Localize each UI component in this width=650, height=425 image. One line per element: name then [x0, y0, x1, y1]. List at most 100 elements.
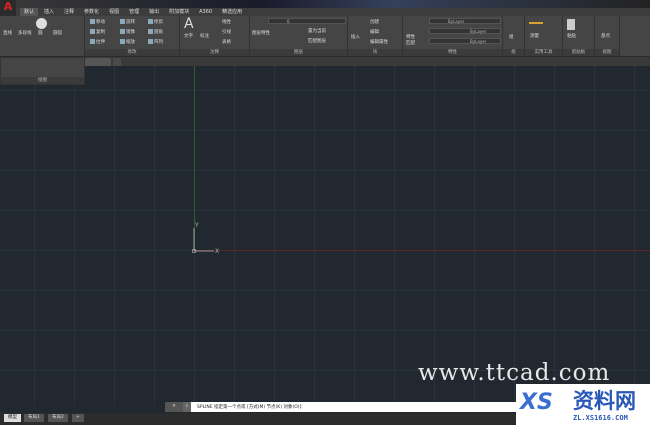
tab-insert[interactable]: 插入 — [40, 8, 58, 16]
edit-attributes-button[interactable]: 编辑属性 — [370, 39, 388, 45]
trim-icon — [148, 19, 153, 24]
stretch-icon — [90, 39, 95, 44]
base-point-button[interactable]: 基点 — [601, 33, 610, 39]
array-button[interactable]: 阵列 — [148, 39, 163, 45]
app-logo-button[interactable]: A — [0, 0, 16, 16]
arc-button[interactable]: 圆弧 — [53, 30, 62, 36]
panel-properties: 特性匹配 ByLayer ByLayer ByLayer 特性 — [403, 16, 503, 56]
scale-button[interactable]: 缩放 — [120, 39, 135, 45]
linear-button[interactable]: 线性 — [222, 19, 231, 25]
panel-draw: 直线 多段线 圆 圆弧 — [0, 16, 85, 56]
panel-title[interactable]: 绘图 — [1, 77, 84, 84]
line-button[interactable]: 直线 — [3, 30, 12, 36]
layer-dropdown[interactable]: 0 — [268, 18, 346, 24]
tab-output[interactable]: 输出 — [145, 8, 163, 16]
insert-button[interactable]: 插入 — [351, 34, 360, 40]
label: 拉伸 — [96, 40, 105, 45]
layer-properties-button[interactable]: 图层特性 — [252, 30, 270, 36]
move-button[interactable]: 移动 — [90, 19, 105, 25]
circle-icon — [36, 18, 47, 29]
watermark-site: www.ttcad.com — [418, 360, 611, 386]
add-layout-button[interactable]: + — [72, 414, 84, 422]
label: 旋转 — [126, 20, 135, 25]
panel-title[interactable]: 特性 — [403, 49, 502, 56]
layout-tab-2[interactable]: 布局2 — [48, 414, 68, 422]
drawing-tab[interactable] — [85, 58, 111, 66]
array-icon — [148, 39, 153, 44]
text-button[interactable]: 文字 — [184, 33, 193, 39]
search-icon[interactable]: ⌕ — [183, 402, 191, 412]
panel-view: 基点 视图 — [595, 16, 620, 56]
panel-title[interactable]: 剪贴板 — [563, 49, 594, 56]
ribbon: 直线 多段线 圆 圆弧 移动 旋转 修剪 复制 镜像 圆角 拉伸 缩放 阵列 修… — [0, 16, 650, 57]
panel-groups: 组 组 — [503, 16, 525, 56]
linetype-dropdown[interactable]: ByLayer — [429, 28, 501, 34]
drawing-canvas[interactable] — [0, 66, 650, 405]
mirror-icon — [120, 29, 125, 34]
command-text[interactable]: SPLINE 指定第一个点或 [方式(M) 节点(K) 对象(O)]: — [191, 404, 303, 410]
create-block-button[interactable]: 创建 — [370, 19, 379, 25]
logo-url: ZL.XS1616.COM — [573, 414, 628, 422]
paste-button[interactable]: 粘贴 — [567, 33, 576, 39]
fillet-button[interactable]: 圆角 — [148, 29, 163, 35]
panel-block: 插入 创建 编辑 编辑属性 块 — [348, 16, 403, 56]
panel-title[interactable]: 块 — [348, 49, 402, 56]
panel-annotation: A 文字 标注 线性 引线 表格 注释 — [180, 16, 250, 56]
ucs-y-label: Y — [194, 222, 199, 229]
mirror-button[interactable]: 镜像 — [120, 29, 135, 35]
panel-clipboard: 粘贴 剪贴板 — [563, 16, 595, 56]
copy-icon — [90, 29, 95, 34]
tab-default[interactable]: 默认 — [20, 8, 39, 16]
panel-title[interactable]: 修改 — [85, 49, 179, 56]
tab-view[interactable]: 视图 — [105, 8, 123, 16]
tab-a360[interactable]: A360 — [195, 8, 216, 16]
dimension-button[interactable]: 标注 — [200, 33, 209, 39]
label: 复制 — [96, 30, 105, 35]
tab-parametric[interactable]: 参数化 — [80, 8, 103, 16]
stretch-button[interactable]: 拉伸 — [90, 39, 105, 45]
close-icon[interactable]: ✕ — [165, 402, 183, 412]
label: 阵列 — [154, 40, 163, 45]
text-icon: A — [184, 16, 194, 32]
measure-icon — [529, 22, 543, 24]
ucs-icon: Y X — [192, 222, 219, 254]
edit-block-button[interactable]: 编辑 — [370, 29, 379, 35]
panel-modify: 移动 旋转 修剪 复制 镜像 圆角 拉伸 缩放 阵列 修改 — [85, 16, 180, 56]
tab-annotate[interactable]: 注释 — [60, 8, 78, 16]
copy-button[interactable]: 复制 — [90, 29, 105, 35]
ucs-x-label: X — [215, 248, 219, 254]
table-button[interactable]: 表格 — [222, 39, 231, 45]
group-button[interactable]: 组 — [509, 34, 514, 40]
label: 移动 — [96, 20, 105, 25]
lineweight-dropdown[interactable]: ByLayer — [429, 38, 501, 44]
color-dropdown[interactable]: ByLayer — [429, 18, 501, 24]
layout-tab-model[interactable]: 模型 — [4, 414, 21, 422]
panel-title[interactable]: 实用工具 — [525, 49, 562, 56]
panel-title[interactable]: 组 — [503, 49, 524, 56]
tab-featured[interactable]: 精选应用 — [218, 8, 246, 16]
tab-manage[interactable]: 管理 — [125, 8, 143, 16]
polyline-button[interactable]: 多段线 — [18, 30, 32, 36]
match-layer-button[interactable]: 匹配图层 — [308, 38, 326, 44]
rotate-button[interactable]: 旋转 — [120, 19, 135, 25]
draw-panel-expanded: 绘图 — [0, 57, 85, 85]
watermark-logo: XS 资料网 ZL.XS1616.COM — [516, 384, 650, 425]
rotate-icon — [120, 19, 125, 24]
panel-utilities: 测量 实用工具 — [525, 16, 563, 56]
leader-button[interactable]: 引线 — [222, 29, 231, 35]
set-current-button[interactable]: 置为当前 — [308, 28, 326, 34]
panel-title[interactable]: 图层 — [250, 49, 347, 56]
label: 镜像 — [126, 30, 135, 35]
trim-button[interactable]: 修剪 — [148, 19, 163, 25]
x-axis-line — [194, 250, 650, 251]
circle-button[interactable]: 圆 — [38, 30, 43, 36]
new-tab-button[interactable] — [113, 58, 121, 66]
move-icon — [90, 19, 95, 24]
match-properties-button[interactable]: 特性匹配 — [406, 34, 418, 46]
panel-title[interactable]: 注释 — [180, 49, 249, 56]
measure-button[interactable]: 测量 — [530, 33, 539, 39]
layout-tab-1[interactable]: 布局1 — [24, 414, 44, 422]
tab-addins[interactable]: 附加模块 — [165, 8, 193, 16]
panel-title[interactable]: 视图 — [595, 49, 619, 56]
label: 缩放 — [126, 40, 135, 45]
